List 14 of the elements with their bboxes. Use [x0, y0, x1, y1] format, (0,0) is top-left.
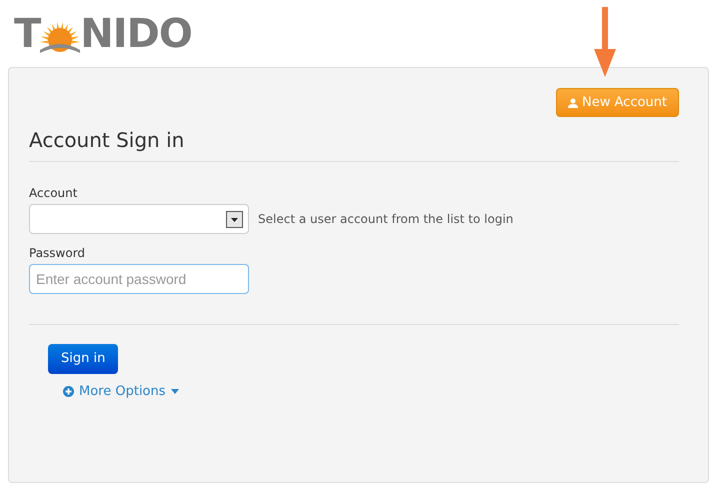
- account-hint: Select a user account from the list to login: [258, 211, 514, 228]
- new-account-button[interactable]: New Account: [556, 88, 679, 117]
- sign-in-button[interactable]: Sign in: [48, 344, 118, 374]
- password-field[interactable]: Enter account password: [29, 264, 249, 294]
- account-label: Account: [29, 185, 78, 202]
- plus-icon: [63, 386, 74, 398]
- caret-icon: [226, 210, 243, 228]
- page-heading: Account Sign in: [29, 127, 186, 154]
- caret-icon: [170, 389, 179, 394]
- password-label: Password: [29, 245, 86, 262]
- account-dropdown[interactable]: [29, 204, 249, 234]
- more-options-link[interactable]: More Options: [63, 382, 179, 402]
- logo: T NIDO: [14, 12, 192, 56]
- user-icon: [568, 98, 578, 108]
